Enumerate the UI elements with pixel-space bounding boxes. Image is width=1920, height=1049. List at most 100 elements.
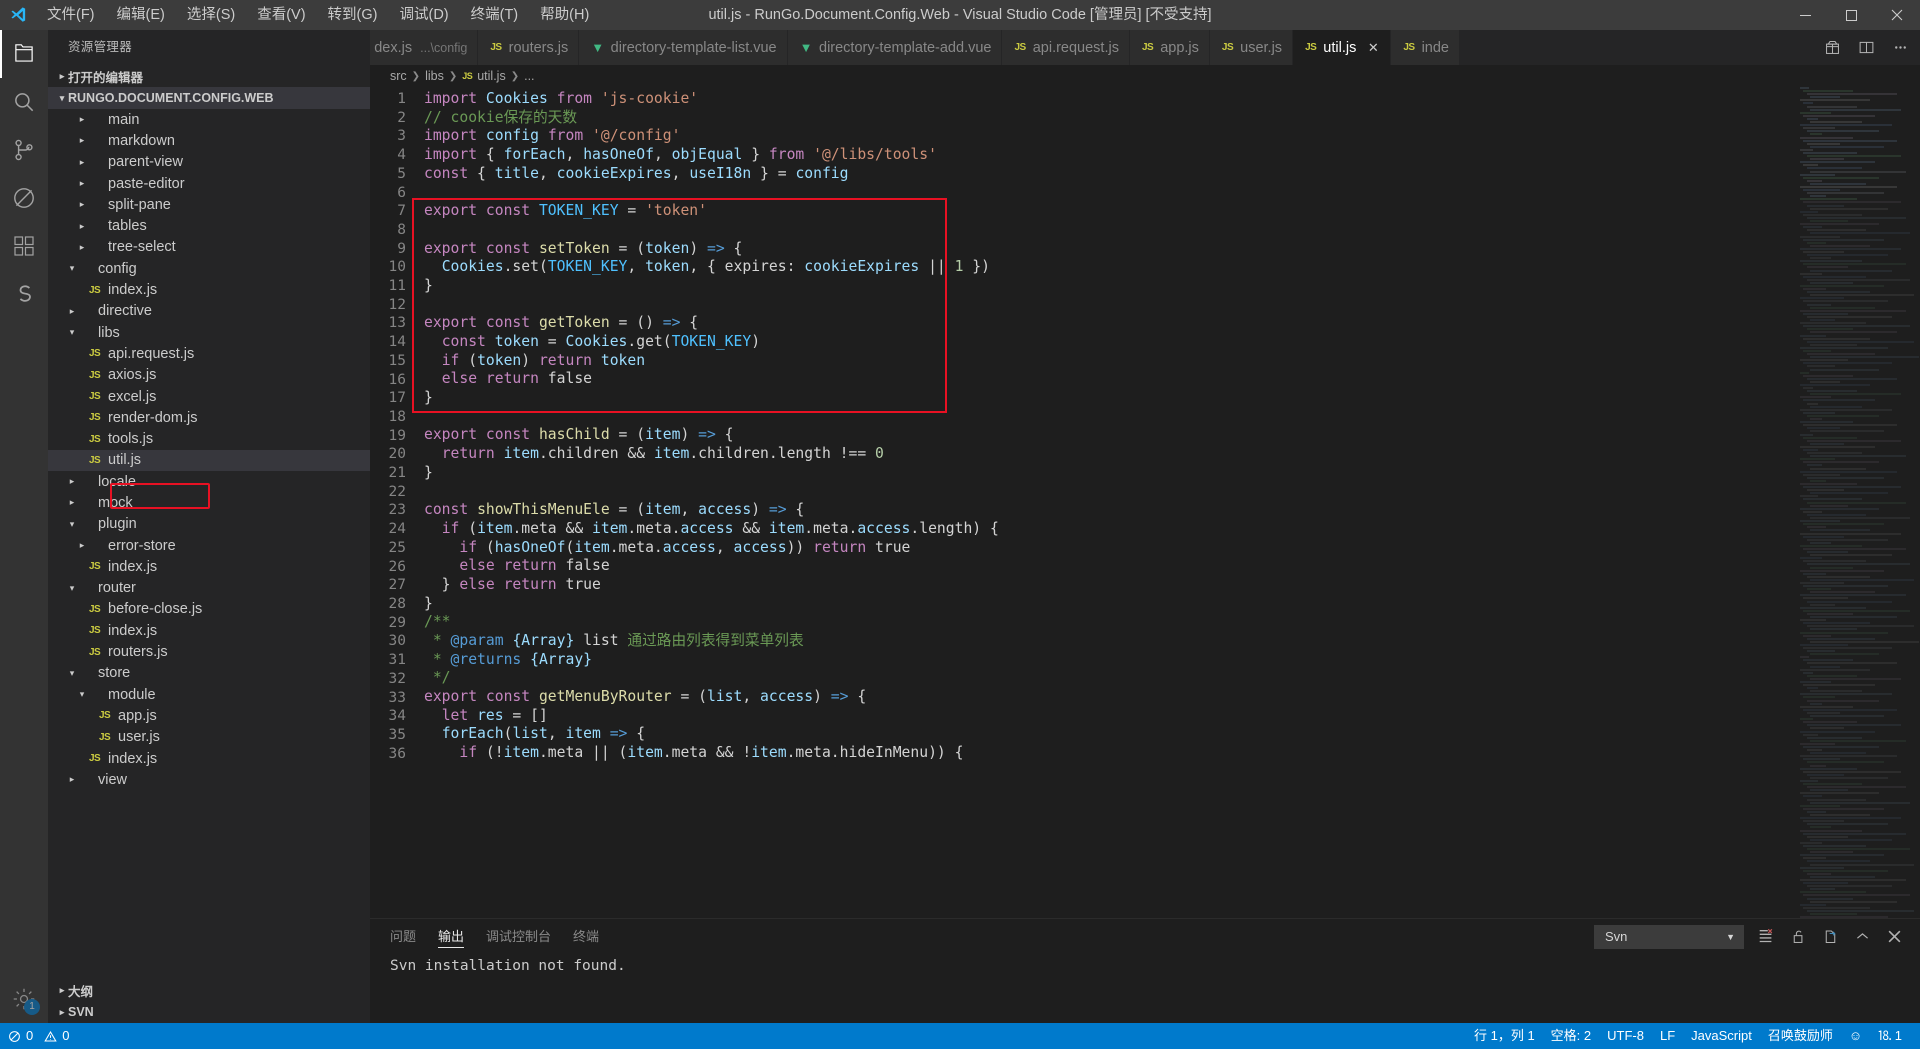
tree-folder[interactable]: ▸ tree-select [48,237,370,258]
indentation-status[interactable]: 空格: 2 [1543,1023,1599,1049]
code-line[interactable]: return item.children && item.children.le… [424,445,1920,464]
code-line[interactable]: if (item.meta && item.meta.access && ite… [424,520,1920,539]
debug-icon[interactable] [0,174,48,222]
cursor-position-status[interactable]: 行 1，列 1 [1466,1023,1543,1049]
editor-tab-routers-js[interactable]: JS routers.js [478,30,580,65]
code-line[interactable]: export const getToken = () => { [424,314,1920,333]
tree-file[interactable]: JS index.js [48,556,370,577]
settings-gear-icon[interactable]: 1 [0,975,48,1023]
panel-tab-输出[interactable]: 输出 [438,919,465,954]
code-line[interactable]: forEach(list, item => { [424,725,1920,744]
tree-folder[interactable]: ▸ paste-editor [48,173,370,194]
search-icon[interactable] [0,78,48,126]
code-line[interactable]: * @param {Array} list 通过路由列表得到菜单列表 [424,632,1920,651]
tree-file[interactable]: JS routers.js [48,641,370,662]
editor-tab-util-js[interactable]: JS util.js ✕ [1293,30,1392,65]
editor-tab-inde[interactable]: JS inde [1391,30,1460,65]
lock-scroll-icon[interactable] [1788,927,1808,947]
tree-file[interactable]: JS excel.js [48,386,370,407]
editor-tab-directory-template-list-vue[interactable]: ▼ directory-template-list.vue [579,30,788,65]
output-channel-select[interactable]: Svn ▼ [1594,924,1744,949]
menu-file[interactable]: 文件(F) [36,0,106,30]
tree-file[interactable]: JS before-close.js [48,599,370,620]
sidebar-section-大纲[interactable]: ▸ 大纲 [48,979,370,1001]
error-warning-status[interactable]: 0 0 [0,1023,77,1049]
code-line[interactable]: if (hasOneOf(item.meta.access, access)) … [424,539,1920,558]
code-line[interactable]: import config from '@/config' [424,127,1920,146]
panel-tabs[interactable]: 问题 输出 调试控制台 终端 [390,919,1594,954]
tree-folder[interactable]: ▾ config [48,258,370,279]
svn-icon[interactable] [0,270,48,318]
tree-folder[interactable]: ▾ store [48,663,370,684]
encourager-status[interactable]: 召唤鼓励师 [1760,1023,1841,1049]
code-line[interactable]: if (token) return token [424,352,1920,371]
tree-folder[interactable]: ▸ mock [48,492,370,513]
menu-terminal[interactable]: 终端(T) [460,0,530,30]
code-line[interactable]: if (!item.meta || (item.meta && !item.me… [424,744,1920,763]
breadcrumb[interactable]: src ❯ libs ❯ JS util.js ❯... [370,65,1920,87]
code-line[interactable]: export const setToken = (token) => { [424,240,1920,259]
tree-folder[interactable]: ▾ libs [48,322,370,343]
notifications-status[interactable]: ⒙ 1 [1870,1023,1910,1049]
menu-view[interactable]: 查看(V) [246,0,316,30]
editor-tabs[interactable]: JS dex.js ...\config JS routers.js ▼ directory… [370,30,1822,65]
close-button[interactable] [1874,0,1920,30]
menu-edit[interactable]: 编辑(E) [106,0,176,30]
more-actions-icon[interactable] [1890,38,1910,58]
code-content[interactable]: import Cookies from 'js-cookie'// cookie… [424,87,1920,918]
breadcrumb-item[interactable]: ... [524,69,534,83]
code-line[interactable] [424,482,1920,501]
minimize-button[interactable] [1782,0,1828,30]
tree-folder[interactable]: ▾ module [48,684,370,705]
code-line[interactable]: * @returns {Array} [424,651,1920,670]
tree-file[interactable]: JS render-dom.js [48,407,370,428]
tree-folder[interactable]: ▸ parent-view [48,152,370,173]
eol-status[interactable]: LF [1652,1023,1683,1049]
extensions-icon[interactable] [0,222,48,270]
explorer-icon[interactable] [0,30,48,78]
menu-go[interactable]: 转到(G) [317,0,389,30]
editor-tab-app-js[interactable]: JS app.js [1129,30,1210,65]
breadcrumb-item[interactable]: libs [425,69,444,83]
tree-file[interactable]: JS index.js [48,620,370,641]
split-editor-icon[interactable] [1856,38,1876,58]
code-line[interactable]: else return false [424,557,1920,576]
code-line[interactable]: // cookie保存的天数 [424,109,1920,128]
tree-folder[interactable]: ▸ locale [48,471,370,492]
tab-close-icon[interactable]: ✕ [1366,40,1380,56]
code-line[interactable]: let res = [] [424,707,1920,726]
code-line[interactable]: /** [424,613,1920,632]
sidebar-section-project-root[interactable]: ▾ RUNGO.DOCUMENT.CONFIG.WEB [48,87,370,109]
feedback-smiley-status[interactable]: ☺ [1841,1023,1870,1049]
code-line[interactable]: const showThisMenuEle = (item, access) =… [424,501,1920,520]
tree-folder[interactable]: ▸ directive [48,301,370,322]
menu-debug[interactable]: 调试(D) [388,0,459,30]
tree-file[interactable]: JS index.js [48,279,370,300]
panel-tab-终端[interactable]: 终端 [573,919,599,954]
panel-tab-调试控制台[interactable]: 调试控制台 [486,919,551,954]
clear-output-icon[interactable] [1756,927,1776,947]
breadcrumb-item[interactable]: JS util.js [462,69,506,83]
tree-folder[interactable]: ▸ markdown [48,130,370,151]
code-line[interactable]: Cookies.set(TOKEN_KEY, token, { expires:… [424,258,1920,277]
panel-tab-问题[interactable]: 问题 [390,919,416,954]
maximize-button[interactable] [1828,0,1874,30]
code-line[interactable]: export const TOKEN_KEY = 'token' [424,202,1920,221]
tree-folder[interactable]: ▸ error-store [48,535,370,556]
code-line[interactable]: const token = Cookies.get(TOKEN_KEY) [424,333,1920,352]
tree-file[interactable]: JS user.js [48,727,370,748]
minimap[interactable] [1800,87,1919,918]
editor-tab-user-js[interactable]: JS user.js [1209,30,1294,65]
sidebar-section-SVN[interactable]: ▸ SVN [48,1001,370,1023]
code-line[interactable]: } [424,464,1920,483]
sidebar-section-open-editors[interactable]: ▸ 打开的编辑器 [48,65,370,87]
editor-tab-directory-template-add-vue[interactable]: ▼ directory-template-add.vue [787,30,1003,65]
tree-folder[interactable]: ▸ split-pane [48,194,370,215]
tree-file[interactable]: JS index.js [48,748,370,769]
code-line[interactable] [424,296,1920,315]
status-bar-right[interactable]: 行 1，列 1 空格: 2 UTF-8 LF JavaScript 召唤鼓励师 ☺ ⒙ 1 [1466,1023,1920,1049]
code-editor[interactable]: 1 2 3 4 5 6 7 8 9 10 11 12 13 14 15 16 17 18 19 20 21 22 23 24 2… [370,87,1920,918]
code-line[interactable]: */ [424,669,1920,688]
code-line[interactable]: import Cookies from 'js-cookie' [424,90,1920,109]
code-line[interactable]: } [424,277,1920,296]
